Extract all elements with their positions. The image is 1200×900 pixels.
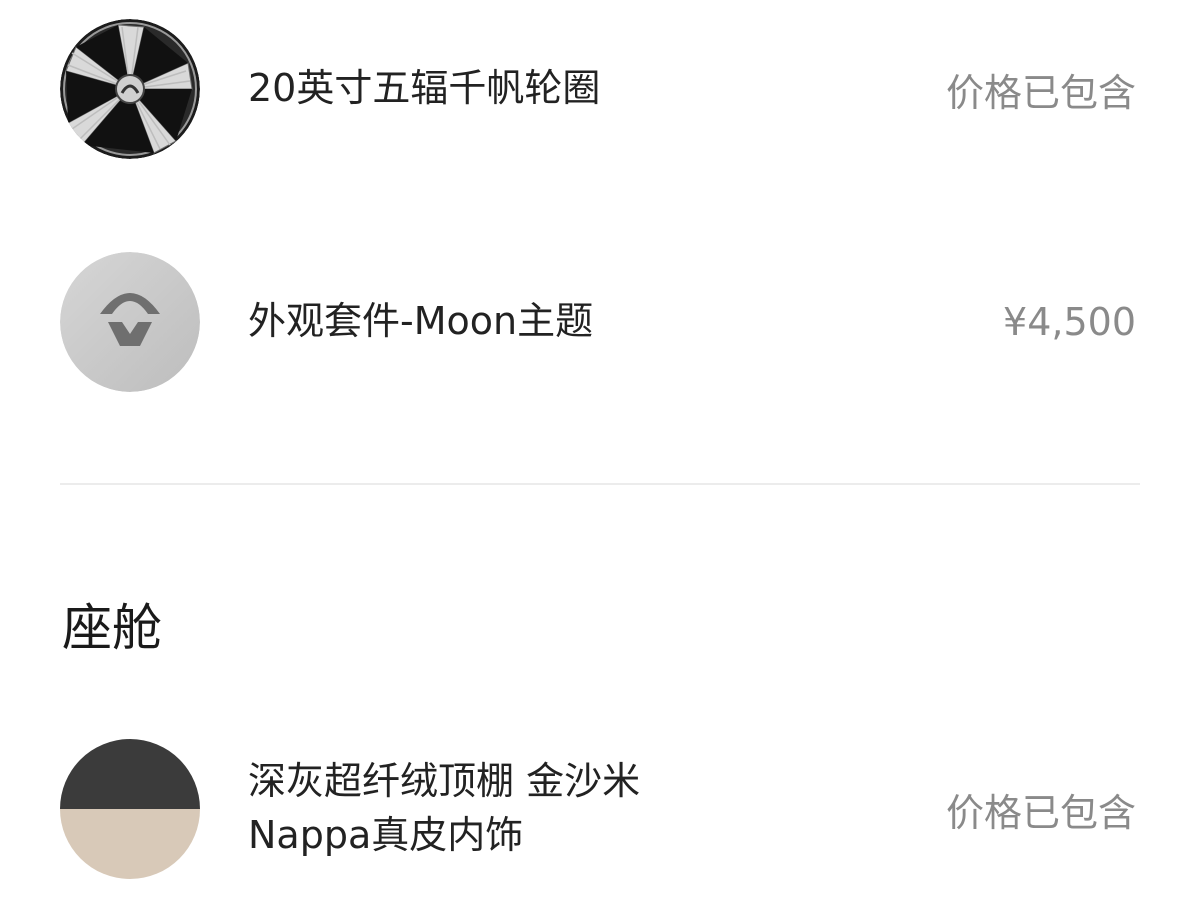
leather-swatch	[60, 809, 200, 879]
option-row-cabin-interior[interactable]: 深灰超纤绒顶棚 金沙米 Nappa真皮内饰 价格已包含	[60, 739, 1140, 879]
upholstery-swatch-icon	[60, 739, 200, 879]
option-row-exterior-package[interactable]: 外观套件-Moon主题 ¥4,500	[60, 252, 1140, 392]
option-label-line-1: 深灰超纤绒顶棚 金沙米	[248, 759, 641, 804]
option-row-wheel[interactable]: 20英寸五辐千帆轮圈 价格已包含	[60, 19, 1140, 159]
headliner-swatch	[60, 739, 200, 809]
section-title-cabin: 座舱	[62, 599, 162, 657]
option-label: 深灰超纤绒顶棚 金沙米 Nappa真皮内饰	[248, 755, 946, 863]
option-price: 价格已包含	[945, 790, 1136, 835]
section-divider	[60, 483, 1140, 485]
wheel-rim-icon	[60, 19, 200, 159]
option-price: ¥4,500	[1003, 300, 1136, 344]
option-label-line-2: Nappa真皮内饰	[248, 813, 524, 857]
config-summary: 20英寸五辐千帆轮圈 价格已包含 外观套件-Moon主题 ¥4,500 座舱 深…	[0, 0, 1200, 900]
option-label: 外观套件-Moon主题	[248, 299, 594, 344]
nio-logo-icon	[60, 252, 200, 392]
option-label: 20英寸五辐千帆轮圈	[248, 66, 601, 111]
option-price: 价格已包含	[945, 70, 1136, 115]
